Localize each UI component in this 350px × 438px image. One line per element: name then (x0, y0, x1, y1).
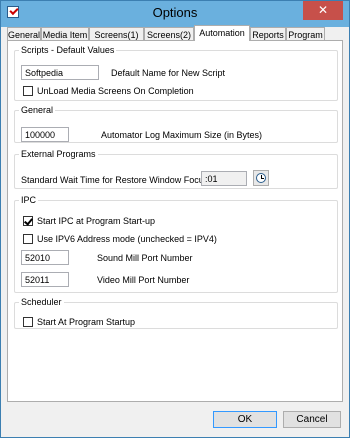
log-max-size-label: Automator Log Maximum Size (in Bytes) (101, 130, 263, 140)
clock-icon (256, 173, 266, 183)
tab-automation[interactable]: Automation (194, 25, 250, 41)
scheduler-start-checkbox[interactable] (23, 317, 33, 327)
ok-button[interactable]: OK (213, 411, 277, 428)
general-group-legend: General (21, 105, 54, 115)
automation-panel: Scripts - Default Values Softpedia Defau… (7, 40, 343, 402)
tab-general[interactable]: General (7, 27, 41, 41)
tab-screens-2[interactable]: Screens(2) (144, 27, 194, 41)
close-button[interactable]: ✕ (303, 1, 343, 20)
sound-mill-port-label: Sound Mill Port Number (97, 253, 193, 263)
default-script-name-label: Default Name for New Script (111, 68, 226, 78)
tab-screens-1[interactable]: Screens(1) (89, 27, 144, 41)
restore-focus-wait-input[interactable]: :01 (201, 171, 247, 186)
scheduler-start-label: Start At Program Startup (37, 317, 136, 327)
log-max-size-input[interactable]: 100000 (21, 127, 69, 142)
scheduler-group: Scheduler Start At Program Startup (14, 297, 338, 329)
wait-time-picker-button[interactable] (253, 170, 269, 186)
restore-focus-wait-label: Standard Wait Time for Restore Window Fo… (21, 175, 209, 185)
start-ipc-label: Start IPC at Program Start-up (37, 216, 156, 226)
dialog-footer: OK Cancel (1, 403, 349, 437)
tab-media-item[interactable]: Media Item (41, 27, 89, 41)
ipv6-mode-label: Use IPV6 Address mode (unchecked = IPV4) (37, 234, 217, 244)
ipc-group-legend: IPC (21, 195, 37, 205)
scheduler-group-legend: Scheduler (21, 297, 62, 307)
ipv6-mode-checkbox[interactable] (23, 234, 33, 244)
tab-reports[interactable]: Reports (250, 27, 286, 41)
unload-media-screens-checkbox[interactable] (23, 86, 33, 96)
start-ipc-checkbox[interactable] (23, 216, 33, 226)
general-group: General 100000 Automator Log Maximum Siz… (14, 105, 338, 143)
title-bar: Options ✕ (1, 1, 349, 27)
sound-mill-port-input[interactable]: 52010 (21, 250, 69, 265)
window-title: Options (152, 5, 198, 20)
unload-media-screens-label: UnLoad Media Screens On Completion (37, 86, 194, 96)
video-mill-port-input[interactable]: 52011 (21, 272, 69, 287)
external-programs-legend: External Programs (21, 149, 96, 159)
default-script-name-input[interactable]: Softpedia (21, 65, 99, 80)
external-programs-group: External Programs Standard Wait Time for… (14, 149, 338, 189)
cancel-button[interactable]: Cancel (283, 411, 341, 428)
scripts-group-legend: Scripts - Default Values (21, 45, 115, 55)
scripts-group: Scripts - Default Values Softpedia Defau… (14, 45, 338, 101)
ipc-group: IPC Start IPC at Program Start-up Use IP… (14, 195, 338, 293)
options-window: Options ✕ General Media Item Screens(1) … (0, 0, 350, 438)
video-mill-port-label: Video Mill Port Number (97, 275, 190, 285)
tab-program[interactable]: Program (286, 27, 325, 41)
